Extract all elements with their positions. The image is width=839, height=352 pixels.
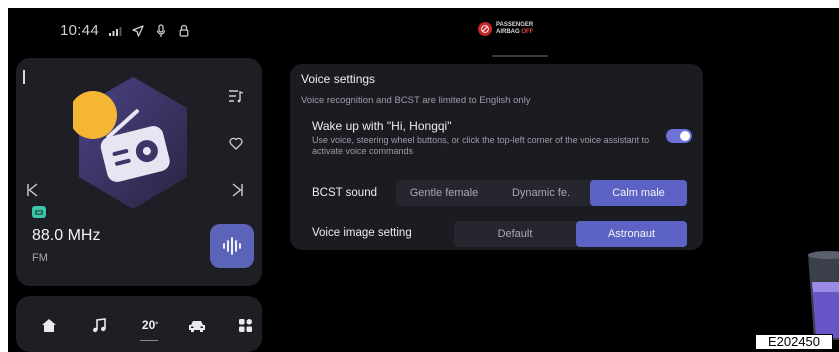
radio-source-icon	[32, 206, 46, 218]
toggle-knob	[680, 131, 690, 141]
airbag-label-2: AIRBAG	[496, 29, 520, 35]
bcst-option-gentle-female[interactable]: Gentle female	[396, 180, 492, 206]
status-bar: 10:44	[60, 22, 191, 39]
temperature-unit: °	[155, 321, 159, 329]
music-icon[interactable]	[88, 314, 110, 336]
voice-image-selector: Default Astronaut	[454, 221, 687, 247]
panel-subtitle: Voice recognition and BCST are limited t…	[301, 95, 531, 106]
microphone-icon	[154, 23, 168, 38]
home-icon[interactable]	[38, 314, 60, 336]
passenger-airbag-indicator: PASSENGER AIRBAG OFF	[478, 22, 533, 36]
car-icon[interactable]	[186, 314, 208, 336]
image-option-default[interactable]: Default	[454, 221, 576, 247]
card-indicator	[23, 70, 25, 84]
airbag-icon	[478, 22, 492, 36]
infotainment-screen: 10:44 PASSENGER AIRBAG OFF 88.0 MHz FM 2…	[8, 8, 839, 352]
lock-icon	[177, 24, 191, 38]
radio-album-art	[73, 77, 187, 209]
playlist-icon[interactable]	[225, 85, 247, 107]
wake-word-row: Wake up with "Hi, Hongqi" Use voice, ste…	[312, 119, 694, 169]
station-frequency: 88.0 MHz	[32, 227, 101, 244]
airbag-state: OFF	[521, 29, 534, 35]
figure-code: E202450	[755, 334, 833, 350]
next-icon[interactable]	[227, 179, 249, 201]
temperature-value: 20	[141, 318, 156, 332]
voice-assistant-button[interactable]	[210, 224, 254, 268]
image-option-astronaut[interactable]: Astronaut	[576, 221, 687, 247]
temperature-underline	[140, 340, 158, 341]
previous-icon[interactable]	[21, 179, 43, 201]
bcst-sound-selector: Gentle female Dynamic fe. Calm male	[396, 180, 687, 206]
wake-word-label: Wake up with "Hi, Hongqi"	[312, 119, 452, 133]
wake-word-toggle[interactable]	[666, 129, 692, 143]
voice-image-label: Voice image setting	[312, 227, 412, 239]
airbag-label: PASSENGER	[496, 22, 534, 28]
waveform-icon	[223, 237, 241, 255]
station-band: FM	[32, 252, 48, 264]
drag-handle[interactable]	[492, 55, 548, 57]
signal-icon	[108, 24, 122, 38]
apps-grid-icon[interactable]	[234, 314, 256, 336]
panel-title: Voice settings	[301, 72, 376, 86]
bottom-dock: 20 °	[16, 296, 262, 352]
climate-temperature[interactable]: 20 °	[138, 314, 162, 336]
bcst-option-dynamic-female[interactable]: Dynamic fe.	[492, 180, 590, 206]
location-icon	[131, 24, 145, 38]
bcst-sound-label: BCST sound	[312, 187, 377, 199]
cup-illustration	[808, 251, 839, 340]
radio-media-card[interactable]: 88.0 MHz FM	[16, 58, 262, 286]
voice-settings-panel: Voice settings Voice recognition and BCS…	[290, 64, 703, 250]
clock: 10:44	[60, 22, 100, 39]
bcst-option-calm-male[interactable]: Calm male	[590, 180, 687, 206]
favorite-heart-icon[interactable]	[225, 132, 247, 154]
wake-word-description: Use voice, steering wheel buttons, or cl…	[312, 135, 650, 156]
